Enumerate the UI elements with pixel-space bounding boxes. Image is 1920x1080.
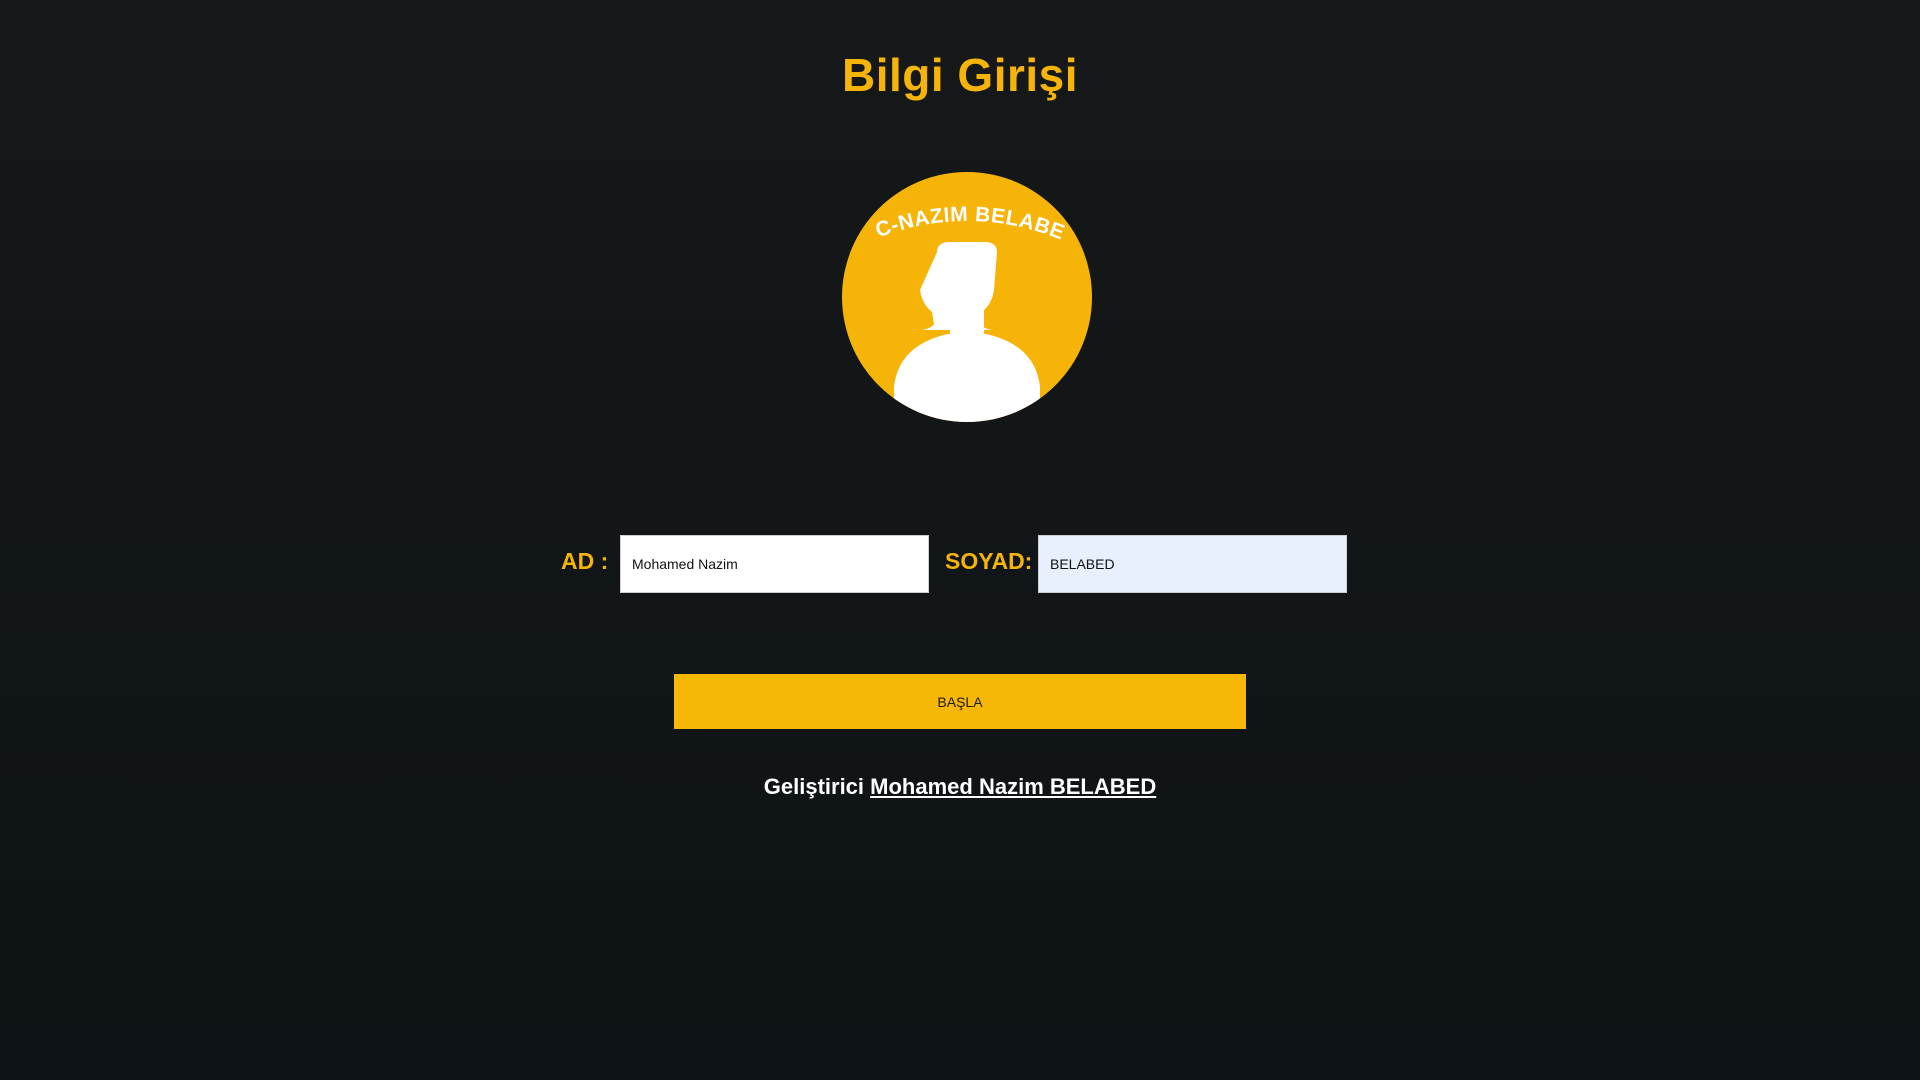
name-form: AD : SOYAD: xyxy=(0,535,1920,594)
start-button[interactable]: BAŞLA xyxy=(674,674,1246,729)
developer-name-link[interactable]: Mohamed Nazim BELABED xyxy=(870,774,1156,799)
page-title: Bilgi Girişi xyxy=(841,49,1079,101)
last-name-field[interactable] xyxy=(1038,535,1347,593)
developer-credit-prefix: Geliştirici xyxy=(763,774,865,799)
last-name-label: SOYAD: xyxy=(945,548,1033,574)
first-name-label: AD : xyxy=(561,548,609,574)
first-name-field[interactable] xyxy=(620,535,929,593)
user-silhouette-icon: IUC-NAZIM BELABED xyxy=(842,172,1092,422)
avatar: IUC-NAZIM BELABED xyxy=(842,172,1092,422)
developer-credit: Geliştirici Mohamed Nazim BELABED xyxy=(0,774,1920,800)
